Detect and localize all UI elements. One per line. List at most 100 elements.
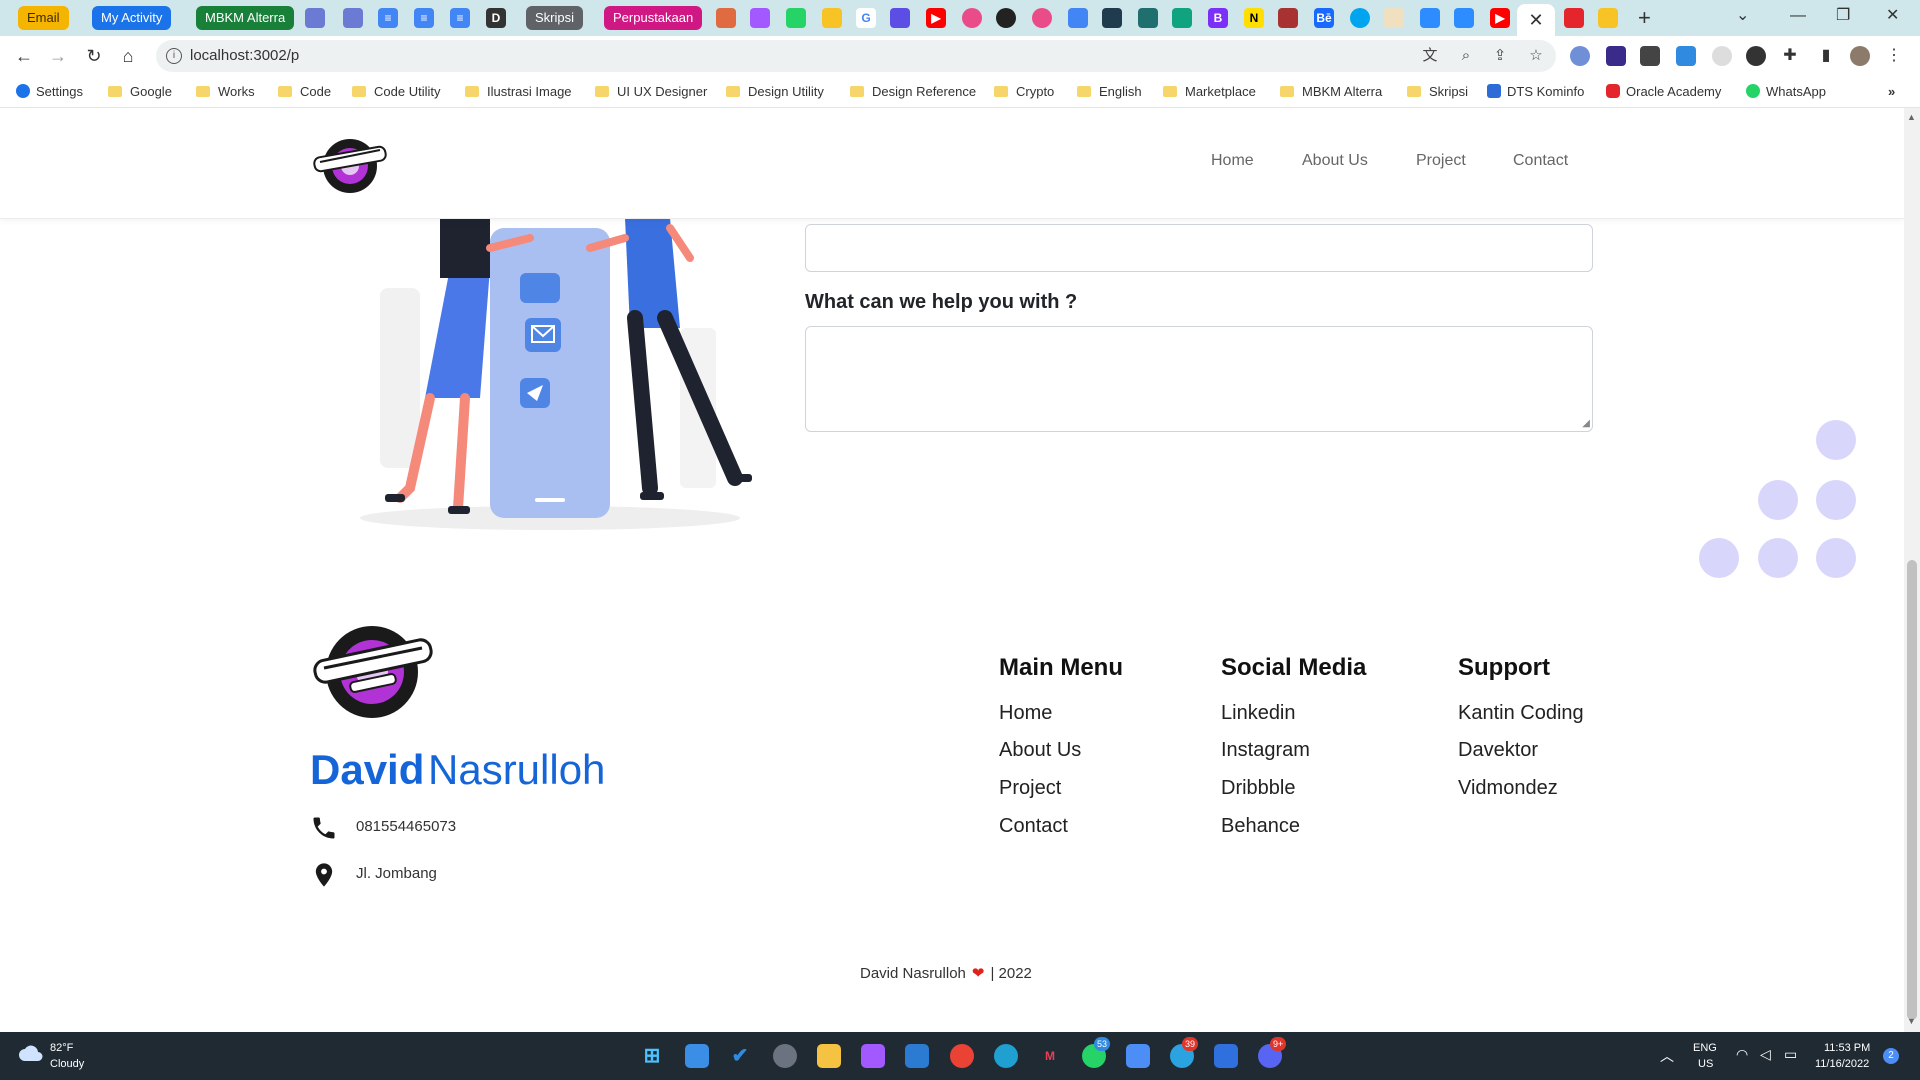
- back-icon[interactable]: ←: [12, 44, 36, 68]
- settings-gear-icon[interactable]: [773, 1044, 797, 1068]
- active-tab-close-button[interactable]: ✕: [1517, 4, 1555, 36]
- footer-link-home[interactable]: Home: [999, 702, 1052, 725]
- bookmark-folder[interactable]: Design Utility: [726, 76, 824, 108]
- extensions-puzzle-icon[interactable]: ✚: [1780, 46, 1800, 66]
- tab-favicon[interactable]: [1172, 8, 1192, 28]
- tab-group-mbkm-alterra[interactable]: MBKM Alterra: [196, 6, 295, 30]
- bookmark-star-icon[interactable]: ☆: [1526, 46, 1546, 66]
- taskbar-app-icon[interactable]: [685, 1044, 709, 1068]
- tab-favicon-d[interactable]: D: [486, 8, 506, 28]
- nav-home[interactable]: Home: [1211, 152, 1254, 170]
- weather-description[interactable]: Cloudy: [50, 1058, 84, 1070]
- bookmark-folder[interactable]: UI UX Designer: [595, 76, 707, 108]
- nav-contact[interactable]: Contact: [1513, 152, 1568, 170]
- footer-link-project[interactable]: Project: [999, 777, 1061, 800]
- bookmark-folder[interactable]: Works: [196, 76, 255, 108]
- dribbble-icon[interactable]: [962, 8, 982, 28]
- mendeley-icon[interactable]: M: [1038, 1044, 1062, 1068]
- bookmark-folder[interactable]: MBKM Alterra: [1280, 76, 1382, 108]
- youtube-icon[interactable]: ▶: [1490, 8, 1510, 28]
- site-info-icon[interactable]: i: [166, 48, 182, 64]
- input-language[interactable]: ENG: [1693, 1042, 1717, 1054]
- bookmark-folder[interactable]: Code Utility: [352, 76, 440, 108]
- footer-link-instagram[interactable]: Instagram: [1221, 739, 1310, 762]
- footer-link-dribbble[interactable]: Dribbble: [1221, 777, 1295, 800]
- calendar-icon[interactable]: [1214, 1044, 1238, 1068]
- notification-count-badge[interactable]: 2: [1883, 1048, 1899, 1064]
- scrollbar-thumb[interactable]: [1907, 560, 1917, 1020]
- tab-favicon-b[interactable]: B: [1208, 8, 1228, 28]
- bookmark-oracle-academy[interactable]: Oracle Academy: [1606, 76, 1721, 108]
- close-window-button[interactable]: ✕: [1886, 4, 1899, 28]
- extension-icon[interactable]: [1606, 46, 1626, 66]
- tab-favicon[interactable]: [1420, 8, 1440, 28]
- tab-group-email[interactable]: Email: [18, 6, 69, 30]
- nav-project[interactable]: Project: [1416, 152, 1466, 170]
- todo-icon[interactable]: ✔: [728, 1044, 752, 1068]
- bookmarks-overflow-button[interactable]: »: [1888, 76, 1895, 108]
- footer-link-contact[interactable]: Contact: [999, 815, 1068, 838]
- zoom-icon[interactable]: ⌕: [1456, 46, 1476, 66]
- help-textarea[interactable]: ◢: [805, 326, 1593, 432]
- page-scrollbar[interactable]: ▲ ▼: [1904, 108, 1920, 1032]
- bookmark-folder[interactable]: English: [1077, 76, 1142, 108]
- footer-link-behance[interactable]: Behance: [1221, 815, 1300, 838]
- message-subject-input[interactable]: [805, 224, 1593, 272]
- side-panel-icon[interactable]: ▮: [1816, 46, 1836, 66]
- bookmark-dts-kominfo[interactable]: DTS Kominfo: [1487, 76, 1584, 108]
- address-bar[interactable]: i localhost:3002/p 文 ⌕ ⇪ ☆: [156, 40, 1556, 72]
- tab-favicon[interactable]: [890, 8, 910, 28]
- wifi-icon[interactable]: ◠: [1736, 1046, 1748, 1063]
- profile-avatar[interactable]: [1850, 46, 1870, 66]
- bookmark-folder[interactable]: Design Reference: [850, 76, 976, 108]
- bookmark-folder[interactable]: Code: [278, 76, 331, 108]
- tab-favicon[interactable]: [716, 8, 736, 28]
- footer-link-davektor[interactable]: Davektor: [1458, 739, 1538, 762]
- scroll-up-arrow-icon[interactable]: ▲: [1907, 112, 1916, 122]
- minimize-button[interactable]: —: [1790, 4, 1806, 28]
- bookmark-whatsapp[interactable]: WhatsApp: [1746, 76, 1826, 108]
- docs-icon[interactable]: ≡: [414, 8, 434, 28]
- docs-icon[interactable]: ≡: [450, 8, 470, 28]
- extension-icon[interactable]: [1712, 46, 1732, 66]
- footer-link-linkedin[interactable]: Linkedin: [1221, 702, 1296, 725]
- translate-icon[interactable]: 文: [1420, 46, 1440, 66]
- behance-icon[interactable]: Bē: [1314, 8, 1334, 28]
- footer-link-about-us[interactable]: About Us: [999, 739, 1081, 762]
- google-icon[interactable]: G: [856, 8, 876, 28]
- zoom-icon[interactable]: [1454, 8, 1474, 28]
- nav-about-us[interactable]: About Us: [1302, 152, 1368, 170]
- tab-group-skripsi[interactable]: Skripsi: [526, 6, 584, 30]
- file-explorer-icon[interactable]: [817, 1044, 841, 1068]
- youtube-icon[interactable]: ▶: [926, 8, 946, 28]
- footer-link-vidmondez[interactable]: Vidmondez: [1458, 777, 1558, 800]
- forward-icon[interactable]: →: [46, 44, 70, 68]
- dribbble-icon[interactable]: [1032, 8, 1052, 28]
- tray-overflow-chevron-icon[interactable]: ︿: [1660, 1046, 1674, 1066]
- weather-temperature[interactable]: 82°F: [50, 1042, 73, 1054]
- edge-icon[interactable]: [994, 1044, 1018, 1068]
- volume-icon[interactable]: ◁: [1760, 1046, 1771, 1063]
- vscode-icon[interactable]: [905, 1044, 929, 1068]
- clock-time[interactable]: 11:53 PM: [1824, 1042, 1870, 1054]
- extension-icon[interactable]: [1746, 46, 1766, 66]
- share-icon[interactable]: ⇪: [1490, 46, 1510, 66]
- restore-button[interactable]: ❐: [1836, 4, 1850, 28]
- cloud-icon[interactable]: [18, 1044, 44, 1062]
- chrome-icon[interactable]: [950, 1044, 974, 1068]
- whatsapp-icon[interactable]: [786, 8, 806, 28]
- url-text[interactable]: localhost:3002/p: [190, 40, 299, 72]
- tab-favicon[interactable]: [305, 8, 325, 28]
- docs-icon[interactable]: ≡: [378, 8, 398, 28]
- tab-favicon-n[interactable]: N: [1244, 8, 1264, 28]
- resize-grip-icon[interactable]: ◢: [1582, 418, 1590, 429]
- extension-icon[interactable]: [1570, 46, 1590, 66]
- figma-icon[interactable]: [861, 1044, 885, 1068]
- tab-favicon[interactable]: [822, 8, 842, 28]
- menu-icon[interactable]: ⋮: [1884, 46, 1904, 66]
- tab-favicon[interactable]: [1384, 8, 1404, 28]
- footer-link-kantin-coding[interactable]: Kantin Coding: [1458, 702, 1584, 725]
- bookmark-folder[interactable]: Ilustrasi Image: [465, 76, 572, 108]
- extension-icon[interactable]: [1640, 46, 1660, 66]
- github-icon[interactable]: [996, 8, 1016, 28]
